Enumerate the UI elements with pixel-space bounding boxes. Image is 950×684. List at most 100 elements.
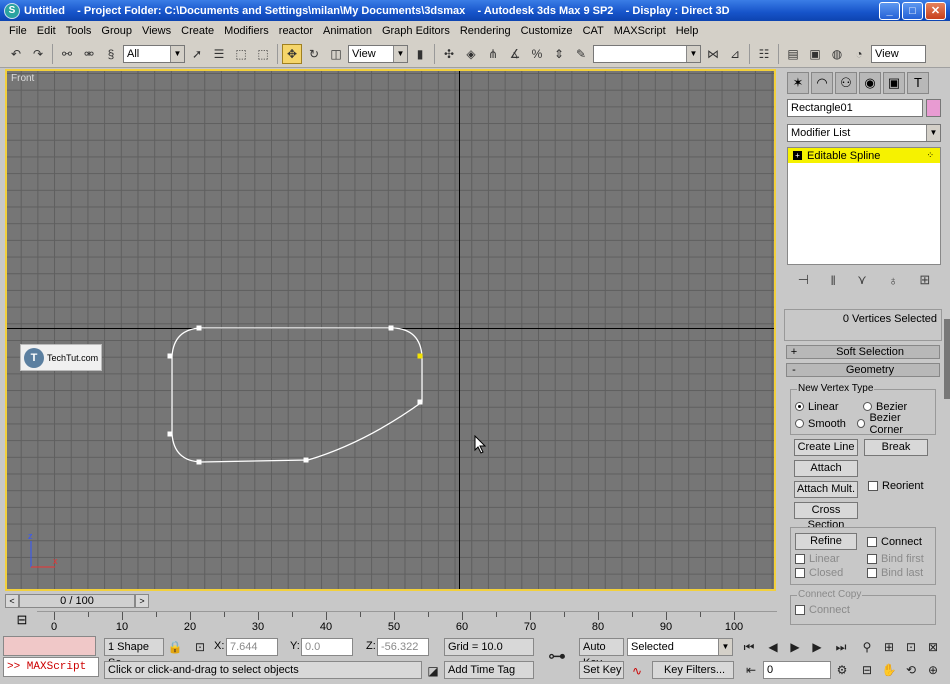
- pan-icon[interactable]: ✋: [880, 661, 898, 679]
- closed-checkbox-row[interactable]: Closed: [795, 567, 867, 579]
- maximize-viewport-icon[interactable]: ⊕: [924, 661, 942, 679]
- lock-selection-icon[interactable]: 🔒: [166, 638, 184, 656]
- close-button[interactable]: ✕: [925, 1, 946, 20]
- linear-checkbox[interactable]: [795, 554, 805, 564]
- menu-modifiers[interactable]: Modifiers: [219, 25, 274, 37]
- front-viewport[interactable]: Front T TechTut.com z x: [5, 69, 776, 591]
- connect-checkbox-row[interactable]: Connect: [867, 536, 922, 548]
- go-to-end-icon[interactable]: ⏭: [832, 638, 850, 656]
- mirror-icon[interactable]: ⋈: [703, 44, 723, 64]
- manipulate-icon[interactable]: ✣: [439, 44, 459, 64]
- zoom-icon[interactable]: ⚲: [858, 638, 876, 656]
- reorient-checkbox[interactable]: [868, 481, 878, 491]
- y-coordinate-field[interactable]: 0.0: [301, 638, 353, 656]
- menu-rendering[interactable]: Rendering: [455, 25, 516, 37]
- refine-button[interactable]: Refine: [795, 533, 857, 550]
- hierarchy-tab-icon[interactable]: ⚇: [835, 72, 857, 94]
- key-icon[interactable]: ⊶: [542, 647, 572, 665]
- menu-customize[interactable]: Customize: [516, 25, 578, 37]
- bind-space-warp-icon[interactable]: §: [101, 44, 121, 64]
- chevron-right-icon[interactable]: >: [135, 594, 149, 608]
- keyboard-shortcut-override-icon[interactable]: ◈: [461, 44, 481, 64]
- bind-first-checkbox[interactable]: [867, 554, 877, 564]
- create-tab-icon[interactable]: ✶: [787, 72, 809, 94]
- spline-vertex[interactable]: [167, 431, 173, 437]
- select-and-rotate-icon[interactable]: ↻: [304, 44, 324, 64]
- menu-file[interactable]: File: [4, 25, 32, 37]
- radio-bezier-corner[interactable]: Bezier Corner: [857, 412, 931, 436]
- chevron-left-icon[interactable]: <: [5, 594, 19, 608]
- maximize-button[interactable]: □: [902, 1, 923, 20]
- zoom-extents-icon[interactable]: ⊡: [902, 638, 920, 656]
- maxscript-listener-output[interactable]: [3, 636, 96, 656]
- time-configuration-icon[interactable]: ⚙: [833, 661, 851, 679]
- align-icon[interactable]: ⊿: [725, 44, 745, 64]
- menu-create[interactable]: Create: [176, 25, 219, 37]
- break-button[interactable]: Break: [864, 439, 928, 456]
- menu-maxscript[interactable]: MAXScript: [609, 25, 671, 37]
- arc-rotate-icon[interactable]: ⟲: [902, 661, 920, 679]
- motion-tab-icon[interactable]: ◉: [859, 72, 881, 94]
- linear-checkbox-row[interactable]: Linear: [795, 553, 867, 565]
- zoom-extents-all-icon[interactable]: ⊠: [924, 638, 942, 656]
- region-zoom-icon[interactable]: ⊟: [858, 661, 876, 679]
- expand-icon[interactable]: +: [793, 151, 802, 160]
- modifier-list-dropdown[interactable]: Modifier List ▼: [787, 124, 941, 142]
- modify-tab-icon[interactable]: ◠: [811, 72, 833, 94]
- menu-views[interactable]: Views: [137, 25, 176, 37]
- add-time-tag-button[interactable]: Add Time Tag: [444, 661, 534, 679]
- edit-named-selection-icon[interactable]: ✎: [571, 44, 591, 64]
- z-coordinate-field[interactable]: -56.322: [377, 638, 429, 656]
- editable-spline-shape[interactable]: [171, 327, 423, 463]
- window-crossing-icon[interactable]: ⬚: [253, 44, 273, 64]
- material-editor-icon[interactable]: ◍: [827, 44, 847, 64]
- connect-checkbox[interactable]: [867, 536, 877, 547]
- key-mode-toggle-icon[interactable]: ⇤: [742, 661, 760, 679]
- command-panel-scrollbar[interactable]: [944, 319, 950, 399]
- radio-smooth[interactable]: Smooth: [795, 418, 857, 430]
- attach-button[interactable]: Attach: [794, 460, 858, 477]
- spline-vertex[interactable]: [196, 459, 202, 465]
- 3ds-max-icon[interactable]: S: [4, 2, 20, 19]
- bind-first-checkbox-row[interactable]: Bind first: [867, 553, 924, 565]
- stack-item-editable-spline[interactable]: + Editable Spline ⁘: [788, 148, 940, 163]
- unlink-icon[interactable]: ⚮: [79, 44, 99, 64]
- render-view-dropdown[interactable]: View: [871, 45, 926, 63]
- auto-key-button[interactable]: Auto Key: [579, 638, 624, 669]
- spline-vertex[interactable]: [167, 353, 173, 359]
- key-filters-button[interactable]: Key Filters...: [652, 661, 734, 679]
- render-setup-icon[interactable]: ◔: [849, 44, 869, 64]
- set-key-button[interactable]: Set Key: [579, 661, 624, 679]
- spline-vertex[interactable]: [196, 325, 202, 331]
- key-mode-dropdown[interactable]: Selected ▼: [627, 638, 733, 656]
- show-end-result-icon[interactable]: ‖: [830, 273, 835, 288]
- go-to-start-icon[interactable]: ⏮: [740, 638, 758, 656]
- snap-toggle-icon[interactable]: ⋔: [483, 44, 503, 64]
- radio-button[interactable]: [863, 402, 872, 411]
- object-name-field[interactable]: Rectangle01: [787, 99, 923, 117]
- play-icon[interactable]: ▶: [786, 638, 804, 656]
- select-and-link-icon[interactable]: ⚯: [57, 44, 77, 64]
- previous-frame-icon[interactable]: ◀: [764, 638, 782, 656]
- percent-snap-icon[interactable]: %: [527, 44, 547, 64]
- display-tab-icon[interactable]: ▣: [883, 72, 905, 94]
- undo-icon[interactable]: ↶: [6, 44, 26, 64]
- mini-curve-editor-icon[interactable]: ⊟: [12, 612, 32, 630]
- pivot-center-icon[interactable]: ▮: [410, 44, 430, 64]
- menu-edit[interactable]: Edit: [32, 25, 61, 37]
- cross-section-button[interactable]: Cross Section: [794, 502, 858, 531]
- named-selection-dropdown[interactable]: ▼: [593, 45, 701, 63]
- bind-last-checkbox-row[interactable]: Bind last: [867, 567, 923, 579]
- connect-copy-checkbox-row[interactable]: Connect: [795, 604, 931, 616]
- pin-stack-icon[interactable]: ⊣: [798, 272, 809, 288]
- attach-mult-button[interactable]: Attach Mult.: [794, 481, 858, 498]
- selection-filter-dropdown[interactable]: All ▼: [123, 45, 185, 63]
- schematic-view-icon[interactable]: ▣: [805, 44, 825, 64]
- create-line-button[interactable]: Create Line: [794, 439, 858, 456]
- remove-modifier-icon[interactable]: ♁: [888, 273, 898, 288]
- rectangular-selection-icon[interactable]: ⬚: [231, 44, 251, 64]
- menu-animation[interactable]: Animation: [318, 25, 377, 37]
- key-curve-icon[interactable]: ∿: [628, 662, 646, 680]
- angle-snap-icon[interactable]: ∡: [505, 44, 525, 64]
- connect-copy-checkbox[interactable]: [795, 605, 805, 615]
